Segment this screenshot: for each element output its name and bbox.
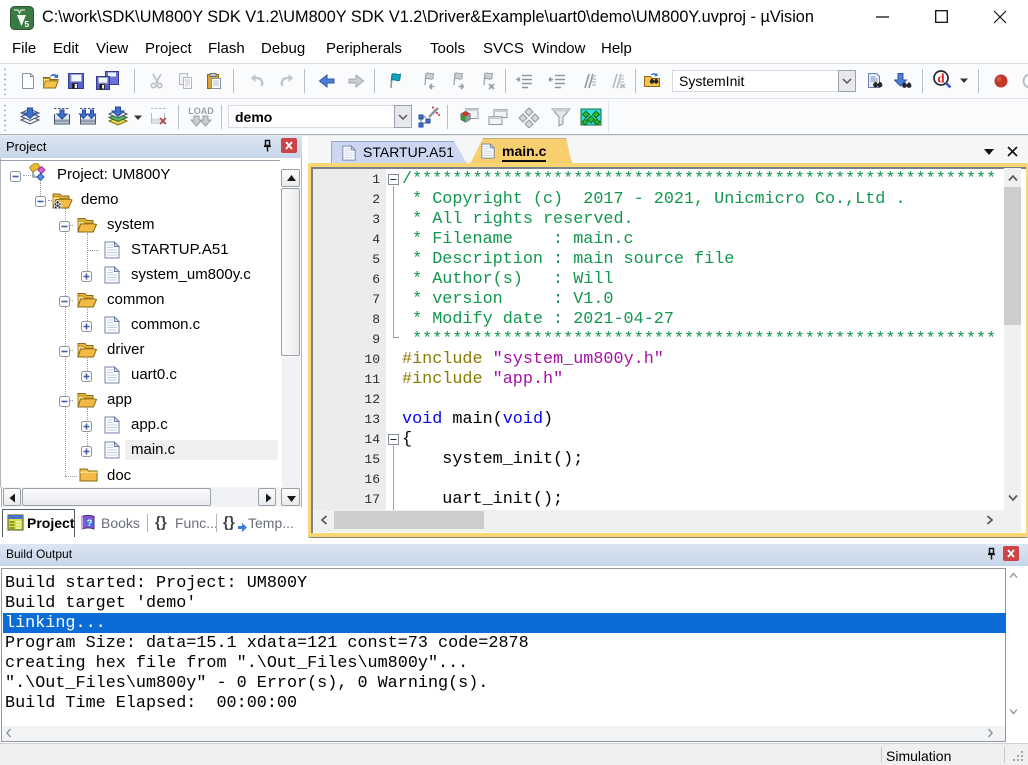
svg-text:d: d: [937, 71, 945, 86]
svg-text:LOAD: LOAD: [188, 106, 214, 116]
svg-text:5: 5: [24, 19, 29, 29]
svg-text:?: ?: [87, 518, 93, 528]
